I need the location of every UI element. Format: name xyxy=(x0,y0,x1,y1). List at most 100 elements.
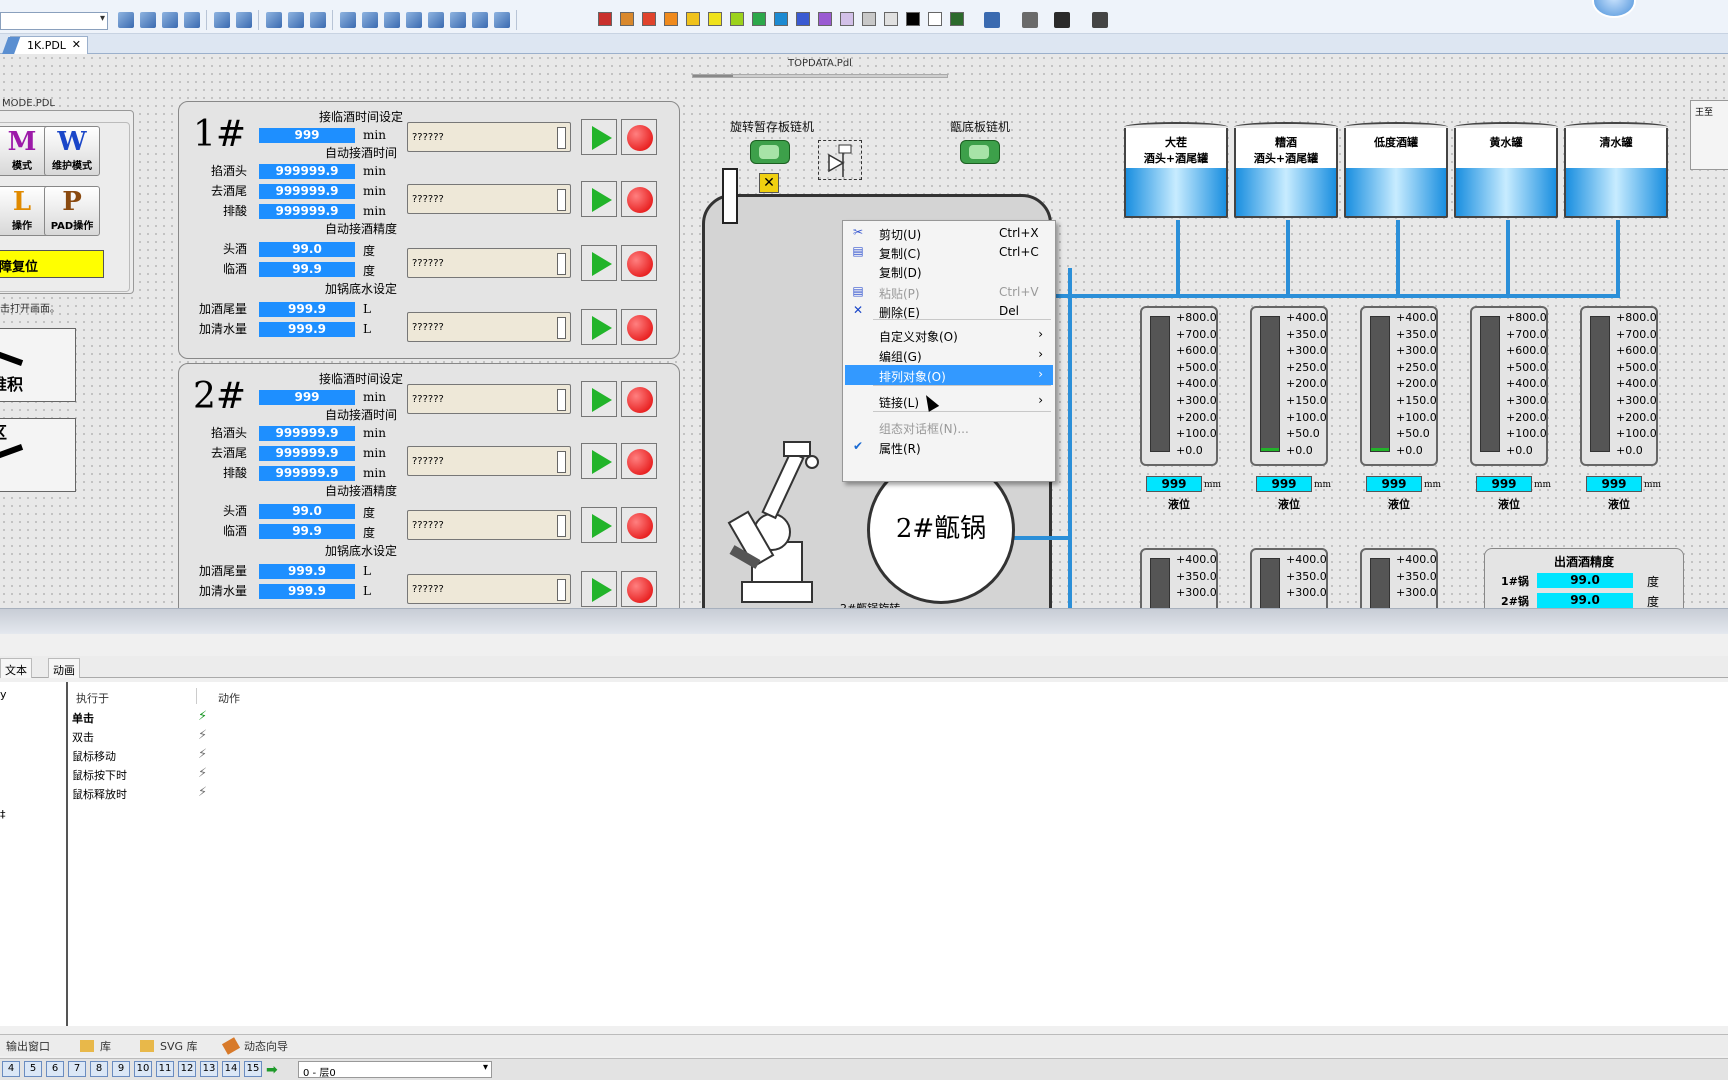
setpoint-value[interactable]: 999 xyxy=(259,390,355,405)
text-color-icon[interactable] xyxy=(1054,12,1070,28)
toolbar-tool-icon[interactable] xyxy=(340,12,356,28)
toolbar-tool-icon[interactable] xyxy=(310,12,326,28)
layer-button[interactable]: 7 xyxy=(68,1061,86,1077)
stop-button[interactable] xyxy=(621,119,657,155)
toolbar-tool-icon[interactable] xyxy=(384,12,400,28)
toolbar-tool-icon[interactable] xyxy=(118,12,134,28)
font-combo[interactable] xyxy=(0,12,108,30)
toolbar-tool-icon[interactable] xyxy=(236,12,252,28)
toolbar-tool-icon[interactable] xyxy=(450,12,466,28)
layer-button[interactable]: 12 xyxy=(178,1061,196,1077)
status-input-field[interactable]: ?????? xyxy=(407,574,571,604)
menu-group[interactable]: 编组(G) › xyxy=(845,345,1053,365)
setpoint-value[interactable]: 99.0 xyxy=(259,504,355,519)
bottom-chain-motor-icon[interactable] xyxy=(960,140,1000,164)
status-input-field[interactable]: ?????? xyxy=(407,384,571,414)
tab-output-window[interactable]: 输出窗口 xyxy=(6,1038,50,1054)
layer-button[interactable]: 11 xyxy=(156,1061,174,1077)
setpoint-value[interactable]: 999999.9 xyxy=(259,426,355,441)
status-input-field[interactable]: ?????? xyxy=(407,510,571,540)
precision-value[interactable]: 99.0 xyxy=(1537,593,1633,608)
precision-value[interactable]: 99.0 xyxy=(1537,573,1633,588)
start-button[interactable] xyxy=(581,119,617,155)
setpoint-value[interactable]: 999999.9 xyxy=(259,446,355,461)
stop-button[interactable] xyxy=(621,381,657,417)
level-value[interactable]: 999 xyxy=(1366,476,1422,492)
properties-tree[interactable]: y ‡ xyxy=(0,682,68,1026)
color-swatch[interactable] xyxy=(884,12,898,26)
event-row[interactable]: 鼠标释放时 xyxy=(72,786,127,802)
menu-copy[interactable]: ▤ 复制(C) Ctrl+C xyxy=(845,242,1053,262)
zone-box[interactable]: 区 xyxy=(0,418,76,492)
setpoint-value[interactable]: 99.0 xyxy=(259,242,355,257)
event-row[interactable]: 鼠标按下时 xyxy=(72,767,127,783)
start-button[interactable] xyxy=(581,381,617,417)
event-row[interactable]: 鼠标移动 xyxy=(72,748,116,764)
color-swatch[interactable] xyxy=(752,12,766,26)
layer-select[interactable]: 0 - 层0 xyxy=(298,1061,492,1079)
menu-cut[interactable]: ✂ 剪切(U) Ctrl+X xyxy=(845,223,1053,243)
lightning-icon[interactable]: ⚡ xyxy=(198,728,207,743)
menu-custom-object[interactable]: 自定义对象(O) › xyxy=(845,325,1053,345)
layer-button[interactable]: 15 xyxy=(244,1061,262,1077)
setpoint-value[interactable]: 999999.9 xyxy=(259,184,355,199)
status-input-field[interactable]: ?????? xyxy=(407,248,571,278)
layer-button[interactable]: 8 xyxy=(90,1061,108,1077)
level-value[interactable]: 999 xyxy=(1476,476,1532,492)
design-canvas[interactable]: TOPDATA.Pdl MODE.PDL M 模式 W 维护模式 L 操作 P … xyxy=(0,54,1728,608)
storage-tank[interactable]: 糟酒 酒头+酒尾罐 xyxy=(1234,122,1338,218)
color-swatch[interactable] xyxy=(598,12,612,26)
color-swatch[interactable] xyxy=(686,12,700,26)
toolbar-tool-icon[interactable] xyxy=(362,12,378,28)
user-avatar-icon[interactable] xyxy=(1592,0,1636,18)
setpoint-value[interactable]: 999 xyxy=(259,128,355,143)
layer-button[interactable]: 6 xyxy=(46,1061,64,1077)
layer-button[interactable]: 14 xyxy=(222,1061,240,1077)
doc-tab-1k[interactable]: 1K.PDL ✕ xyxy=(10,36,88,54)
lightning-icon[interactable]: ⚡ xyxy=(198,766,207,781)
event-row[interactable]: 单击 xyxy=(72,710,94,726)
mode-p-button[interactable]: P PAD操作 xyxy=(44,186,100,236)
tree-node[interactable]: y xyxy=(0,688,7,701)
menu-delete[interactable]: ✕ 删除(E) Del xyxy=(845,301,1053,321)
toolbar-tool-icon[interactable] xyxy=(214,12,230,28)
toolbar-tool-icon[interactable] xyxy=(162,12,178,28)
toolbar-tool-icon[interactable] xyxy=(184,12,200,28)
rotary-chain-motor-icon[interactable] xyxy=(750,140,790,164)
mode-w-button[interactable]: W 维护模式 xyxy=(44,126,100,176)
motor-fault-icon[interactable]: ✕ xyxy=(759,173,779,193)
start-button[interactable] xyxy=(581,245,617,281)
color-swatch[interactable] xyxy=(928,12,942,26)
menu-duplicate[interactable]: 复制(D) xyxy=(845,261,1053,281)
color-swatch[interactable] xyxy=(950,12,964,26)
color-swatch[interactable] xyxy=(796,12,810,26)
toolbar-tool-icon[interactable] xyxy=(406,12,422,28)
color-swatch[interactable] xyxy=(708,12,722,26)
canvas-hscroll[interactable] xyxy=(692,74,948,78)
tab-dynamic-wizard[interactable]: 动态向导 xyxy=(221,1037,288,1055)
tab-svg-library[interactable]: SVG 库 xyxy=(140,1038,198,1054)
start-button[interactable] xyxy=(581,181,617,217)
toolbar-tool-icon[interactable] xyxy=(266,12,282,28)
setpoint-value[interactable]: 999999.9 xyxy=(259,466,355,481)
lightning-icon[interactable]: ⚡ xyxy=(198,709,207,724)
tab-library[interactable]: 库 xyxy=(80,1038,111,1054)
toolbar-tool-icon[interactable] xyxy=(494,12,510,28)
tab-text[interactable]: 文本 xyxy=(0,658,32,678)
storage-tank[interactable]: 清水罐 xyxy=(1564,122,1668,218)
mode-m-button[interactable]: M 模式 xyxy=(0,126,50,176)
start-button[interactable] xyxy=(581,507,617,543)
status-input-field[interactable]: ?????? xyxy=(407,184,571,214)
layer-button[interactable]: 9 xyxy=(112,1061,130,1077)
color-swatch[interactable] xyxy=(642,12,656,26)
stop-button[interactable] xyxy=(621,507,657,543)
mode-l-button[interactable]: L 操作 xyxy=(0,186,50,236)
layer-button[interactable]: 10 xyxy=(134,1061,152,1077)
start-button[interactable] xyxy=(581,443,617,479)
layer-go-arrow-icon[interactable]: ➡ xyxy=(266,1062,278,1078)
tab-animation[interactable]: 动画 xyxy=(48,658,80,678)
stop-button[interactable] xyxy=(621,443,657,479)
panel-splitter[interactable] xyxy=(0,608,1728,634)
color-swatch[interactable] xyxy=(774,12,788,26)
tree-node[interactable]: ‡ xyxy=(0,808,6,821)
